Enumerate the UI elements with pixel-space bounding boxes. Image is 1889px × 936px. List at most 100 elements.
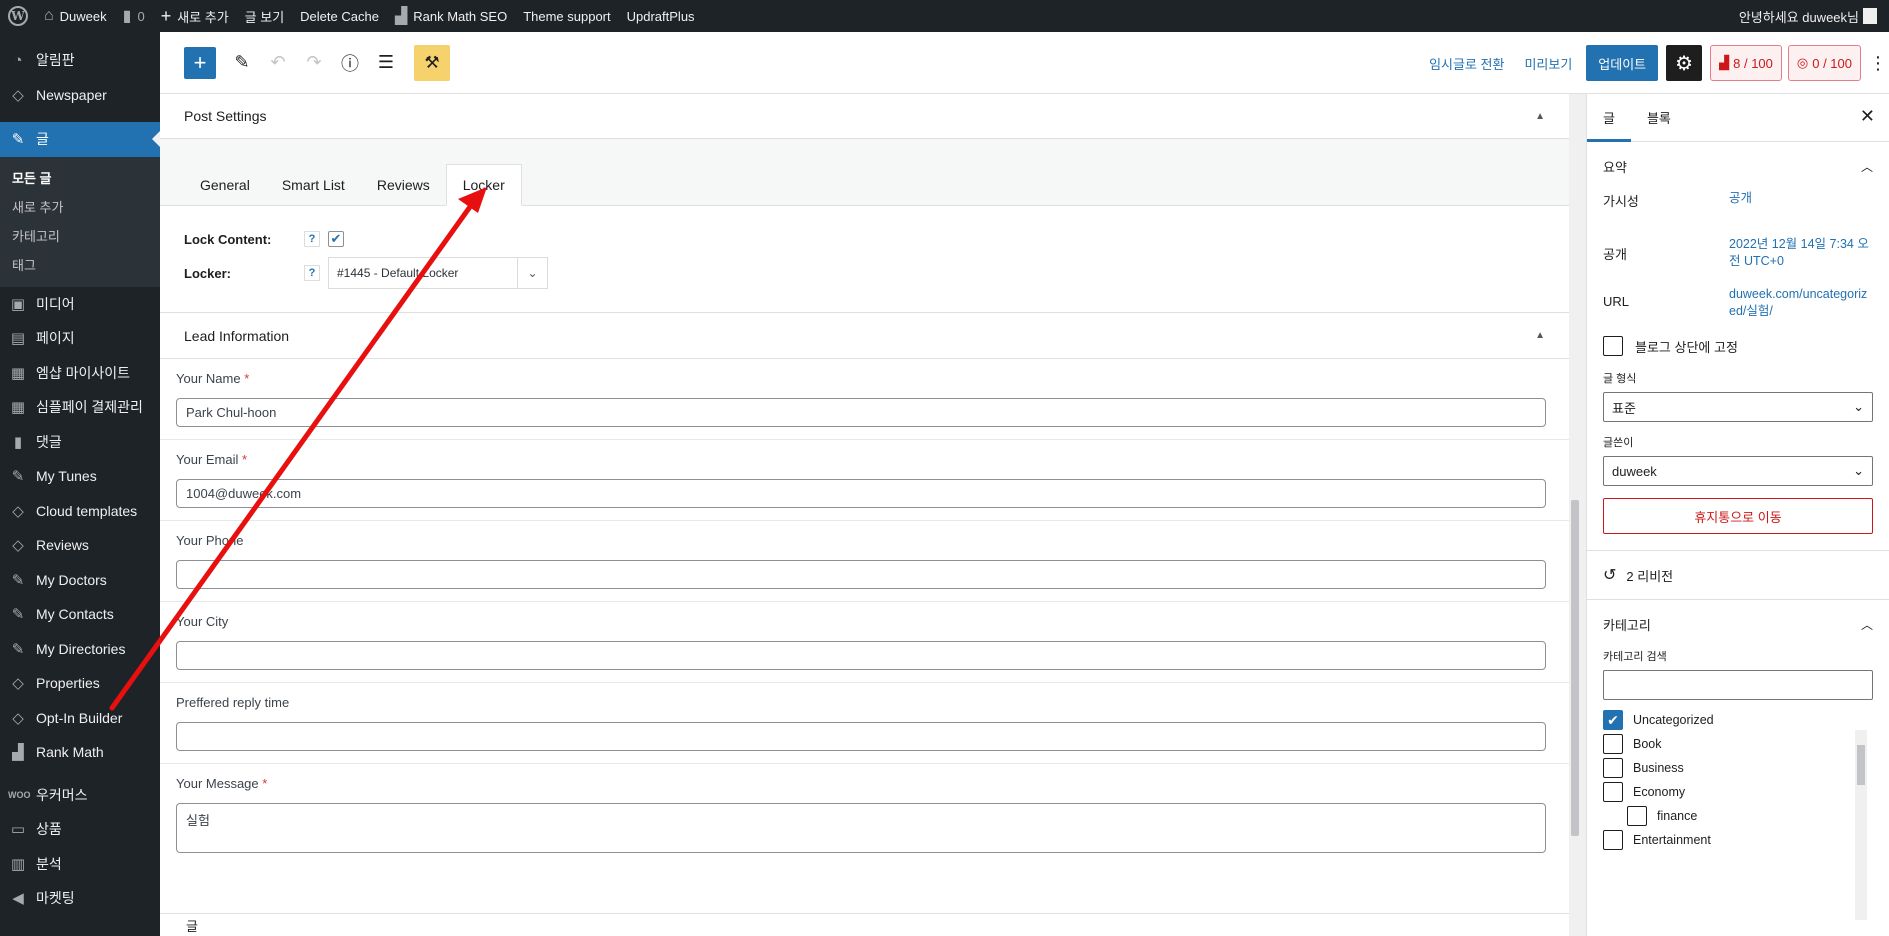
main-scrollbar-thumb[interactable]: [1571, 500, 1579, 836]
caret-up-icon[interactable]: ▲: [1535, 330, 1545, 341]
close-icon[interactable]: ✕: [1860, 106, 1875, 127]
seo-score-button[interactable]: ▟ 8 / 100: [1710, 45, 1782, 81]
category-list-scrollbar-thumb[interactable]: [1857, 745, 1865, 785]
menu-properties[interactable]: ◇ Properties: [0, 666, 160, 701]
options-button[interactable]: ⋮: [1867, 53, 1889, 74]
menu-products[interactable]: ▭ 상품: [0, 812, 160, 847]
menu-pages[interactable]: ▤ 페이지: [0, 321, 160, 356]
add-block-button[interactable]: +: [184, 46, 216, 79]
menu-my-contacts[interactable]: ✎ My Contacts: [0, 597, 160, 632]
move-to-trash-button[interactable]: 휴지통으로 이동: [1603, 498, 1873, 534]
update-button[interactable]: 업데이트: [1586, 45, 1659, 81]
comment-icon: ▮: [122, 8, 132, 25]
help-icon[interactable]: ?: [304, 265, 320, 281]
name-input[interactable]: Park Chul-hoon: [176, 398, 1546, 427]
gear-icon: ⚙: [1675, 52, 1694, 75]
city-input[interactable]: [176, 641, 1546, 670]
submenu-all-posts[interactable]: 모든 글: [0, 163, 160, 192]
summary-header[interactable]: 요약 ︿: [1603, 142, 1873, 190]
rank-math-seo-link[interactable]: ▟ Rank Math SEO: [387, 0, 515, 32]
menu-label: 페이지: [36, 330, 75, 347]
caret-up-icon[interactable]: ▲: [1535, 111, 1545, 122]
readability-score-button[interactable]: ◎ 0 / 100: [1787, 45, 1861, 81]
menu-my-tunes[interactable]: ✎ My Tunes: [0, 459, 160, 494]
category-checkbox[interactable]: [1627, 806, 1647, 826]
field-label-text: Your Name: [176, 371, 241, 386]
menu-mshop[interactable]: ▦ 엠샵 마이사이트: [0, 356, 160, 391]
menu-analytics[interactable]: ▥ 분석: [0, 847, 160, 882]
category-checkbox[interactable]: ✔: [1603, 710, 1623, 730]
publish-date[interactable]: 2022년 12월 14일 7:34 오전 UTC+0: [1729, 236, 1869, 270]
home-icon: ⌂: [44, 7, 54, 24]
settings-button[interactable]: ⚙: [1666, 45, 1703, 81]
tools-button[interactable]: ✎: [226, 47, 258, 79]
menu-rank-math[interactable]: ▟ Rank Math: [0, 735, 160, 770]
revisions-link[interactable]: ↺ 2 리비전: [1603, 551, 1873, 599]
details-button[interactable]: ⓘ: [334, 47, 366, 79]
visibility-value[interactable]: 공개: [1729, 190, 1869, 207]
menu-label: My Tunes: [36, 468, 97, 485]
category-checkbox[interactable]: [1603, 758, 1623, 778]
permalink[interactable]: duweek.com/uncategorized/실험/: [1729, 286, 1869, 320]
wp-logo-menu[interactable]: W: [0, 0, 36, 32]
menu-comments[interactable]: ▮ 댓글: [0, 425, 160, 460]
menu-woocommerce[interactable]: WOO 우커머스: [0, 778, 160, 813]
menu-cloud-templates[interactable]: ◇ Cloud templates: [0, 494, 160, 529]
menu-my-directories[interactable]: ✎ My Directories: [0, 632, 160, 667]
preview-button[interactable]: 미리보기: [1524, 54, 1572, 73]
category-item: Entertainment: [1603, 828, 1873, 852]
categories-header[interactable]: 카테고리 ︿: [1603, 600, 1873, 648]
view-post-link[interactable]: 글 보기: [237, 0, 293, 32]
tab-block[interactable]: 블록: [1631, 94, 1687, 142]
post-format-select[interactable]: 표준 ⌄: [1603, 392, 1873, 422]
tab-locker[interactable]: Locker: [445, 164, 522, 206]
help-icon[interactable]: ?: [304, 231, 320, 247]
category-checkbox[interactable]: [1603, 734, 1623, 754]
message-textarea[interactable]: 실험: [176, 803, 1546, 853]
tab-reviews[interactable]: Reviews: [361, 164, 446, 206]
diamond-icon: ◇: [12, 675, 24, 693]
menu-media[interactable]: ▣ 미디어: [0, 287, 160, 322]
menu-my-doctors[interactable]: ✎ My Doctors: [0, 563, 160, 598]
menu-posts[interactable]: ✎ 글: [0, 122, 160, 157]
lead-information-header[interactable]: Lead Information ▲: [160, 313, 1569, 359]
comments-link[interactable]: ▮ 0: [115, 0, 153, 32]
editor-footer-breadcrumb[interactable]: 글: [160, 913, 1569, 936]
site-name-link[interactable]: ⌂ Duweek: [36, 0, 115, 32]
tab-general[interactable]: General: [184, 164, 266, 206]
menu-dashboard[interactable]: ◔ 알림판: [0, 43, 160, 78]
readability-score-value: 0 / 100: [1812, 55, 1852, 71]
menu-simplepay[interactable]: ▦ 심플페이 결제관리: [0, 390, 160, 425]
redo-button[interactable]: ↷: [298, 47, 330, 79]
undo-button[interactable]: ↶: [262, 47, 294, 79]
tab-smart-list[interactable]: Smart List: [266, 164, 361, 206]
submenu-tags[interactable]: 태그: [0, 250, 160, 279]
tab-post[interactable]: 글: [1587, 94, 1631, 142]
switch-to-draft-button[interactable]: 임시글로 전환: [1429, 54, 1504, 73]
list-view-button[interactable]: ☰: [370, 47, 402, 79]
delete-cache-link[interactable]: Delete Cache: [292, 0, 387, 32]
revisions-panel: ↺ 2 리비전: [1587, 551, 1889, 600]
my-account-link[interactable]: 안녕하세요 duweek님: [1731, 0, 1885, 32]
menu-reviews[interactable]: ◇ Reviews: [0, 528, 160, 563]
submenu-categories[interactable]: 카테고리: [0, 221, 160, 250]
menu-opt-in-builder[interactable]: ◇ Opt-In Builder: [0, 701, 160, 736]
sticky-checkbox[interactable]: [1603, 336, 1623, 356]
theme-support-link[interactable]: Theme support: [515, 0, 618, 32]
locker-select[interactable]: #1445 - Default Locker ⌄: [328, 257, 548, 289]
submenu-add-new[interactable]: 새로 추가: [0, 192, 160, 221]
post-settings-header[interactable]: Post Settings ▲: [160, 94, 1569, 139]
lock-content-checkbox[interactable]: ✔: [328, 231, 344, 247]
plugin-button[interactable]: ⚒: [414, 44, 450, 81]
menu-newspaper[interactable]: ◇ Newspaper: [0, 78, 160, 113]
author-select[interactable]: duweek ⌄: [1603, 456, 1873, 486]
reply-time-input[interactable]: [176, 722, 1546, 751]
new-content-link[interactable]: + 새로 추가: [153, 0, 237, 32]
category-checkbox[interactable]: [1603, 782, 1623, 802]
phone-input[interactable]: [176, 560, 1546, 589]
updraftplus-link[interactable]: UpdraftPlus: [619, 0, 703, 32]
category-checkbox[interactable]: [1603, 830, 1623, 850]
menu-marketing[interactable]: ◀ 마켓팅: [0, 881, 160, 916]
email-input[interactable]: 1004@duweek.com: [176, 479, 1546, 508]
category-search-input[interactable]: [1603, 670, 1873, 700]
